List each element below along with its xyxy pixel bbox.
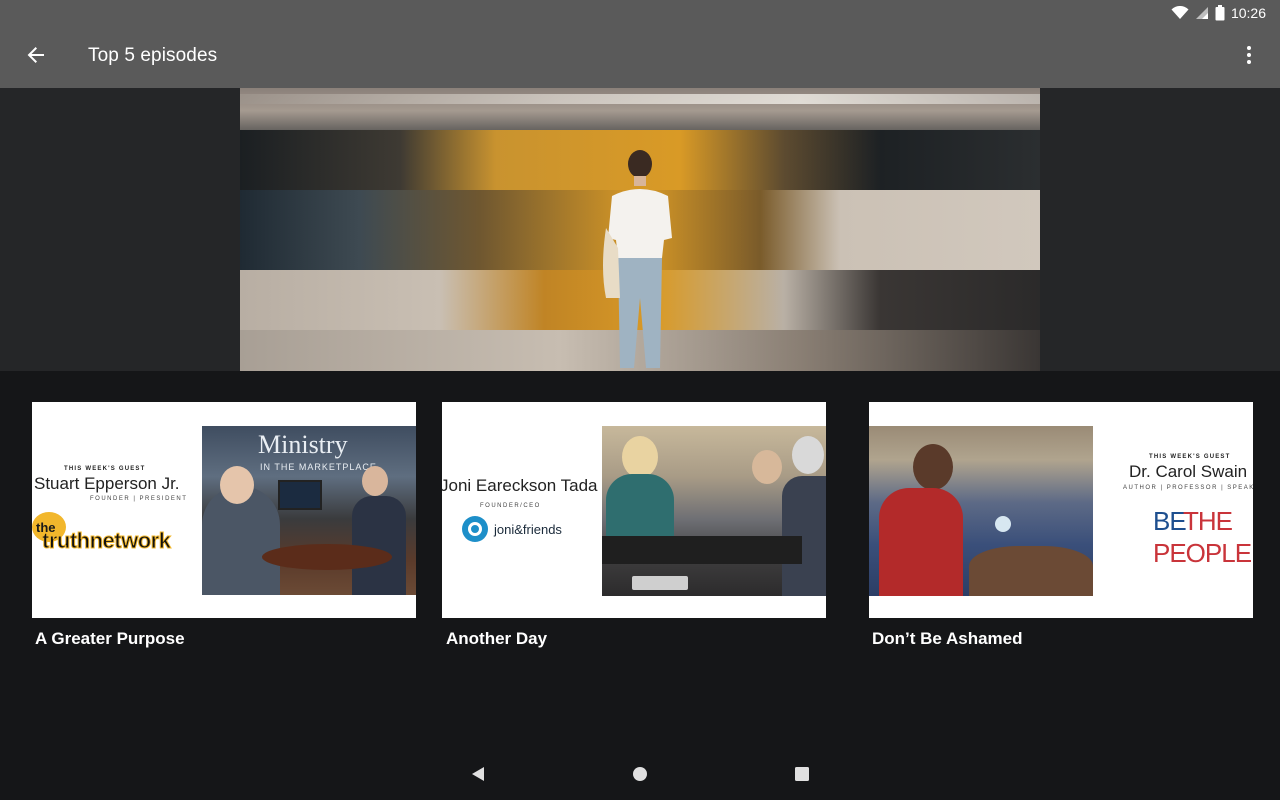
joni-friends-logo: joni&friends: [462, 516, 602, 546]
signal-icon: [1195, 6, 1209, 20]
guest-role: FOUNDER/CEO: [480, 503, 541, 509]
nav-recents-button[interactable]: [790, 764, 814, 788]
guest-info: THIS WEEK'S GUEST Dr. Carol Swain AUTHOR…: [1093, 402, 1253, 618]
system-nav-bar: [0, 752, 1280, 800]
logo-text: joni&friends: [494, 522, 562, 537]
logo-people: PEOPLE: [1153, 538, 1252, 568]
nav-home-button[interactable]: [628, 764, 652, 788]
episode-card[interactable]: Joni Eareckson Tada FOUNDER/CEO joni&fri…: [442, 402, 826, 618]
guest-name: Joni Eareckson Tada: [442, 476, 598, 495]
home-circle-icon: [632, 766, 648, 787]
app-bar: Top 5 episodes: [0, 26, 1280, 88]
guest-name: Dr. Carol Swain: [1129, 462, 1248, 481]
hero-image: [240, 88, 1040, 371]
status-bar: 10:26: [0, 0, 1280, 26]
episode-title[interactable]: Don’t Be Ashamed: [872, 629, 1023, 649]
battery-icon: [1215, 5, 1225, 21]
truth-network-logo: the truthnetwork: [32, 512, 192, 556]
banner-title: Ministry: [258, 430, 348, 459]
episode-card[interactable]: THIS WEEK'S GUEST Dr. Carol Swain AUTHOR…: [869, 402, 1253, 618]
guest-info: THIS WEEK'S GUEST Stuart Epperson Jr. FO…: [32, 402, 202, 618]
back-button[interactable]: [18, 40, 54, 74]
clock: 10:26: [1230, 5, 1266, 21]
guest-kicker: THIS WEEK'S GUEST: [64, 466, 146, 472]
guest-info: Joni Eareckson Tada FOUNDER/CEO joni&fri…: [442, 402, 612, 618]
logo-text: truthnetwork: [41, 528, 171, 554]
episode-photo: Ministry IN THE MARKETPLACE: [202, 426, 416, 595]
more-options-button[interactable]: [1232, 40, 1266, 74]
banner-subtitle: IN THE MARKETPLACE: [260, 462, 377, 472]
episode-photo: [602, 426, 826, 596]
logo-be: BE: [1153, 506, 1187, 536]
logo-the: THE: [1183, 506, 1233, 536]
back-triangle-icon: [470, 766, 486, 787]
woman-figure: [603, 150, 672, 368]
hero-banner: [0, 88, 1280, 371]
arrow-back-icon: [26, 45, 46, 70]
nav-back-button[interactable]: [466, 764, 490, 788]
guest-role: AUTHOR | PROFESSOR | SPEAKER: [1123, 485, 1253, 491]
guest-kicker: THIS WEEK'S GUEST: [1149, 454, 1231, 460]
wifi-icon: [1171, 6, 1189, 20]
episode-card[interactable]: THIS WEEK'S GUEST Stuart Epperson Jr. FO…: [32, 402, 416, 618]
more-vert-icon: [1246, 45, 1252, 70]
guest-role: FOUNDER | PRESIDENT: [90, 496, 188, 502]
page-title: Top 5 episodes: [88, 45, 218, 66]
episode-title[interactable]: Another Day: [446, 629, 547, 649]
guest-name: Stuart Epperson Jr.: [34, 474, 180, 493]
be-the-people-logo: BE THE PEOPLE: [1153, 506, 1253, 576]
recents-square-icon: [794, 766, 810, 787]
episode-photo: [869, 426, 1093, 596]
episode-title[interactable]: A Greater Purpose: [35, 629, 185, 649]
